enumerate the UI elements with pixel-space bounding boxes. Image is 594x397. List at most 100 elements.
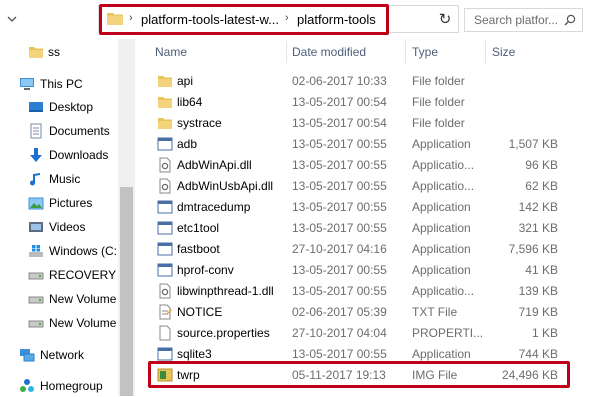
chevron-down-icon[interactable] (6, 13, 18, 25)
nav-item-label: Downloads (49, 148, 109, 162)
file-type: Application (412, 200, 471, 214)
file-row[interactable]: systrace 13-05-2017 00:54 File folder (135, 113, 575, 134)
videos-icon (29, 222, 43, 232)
folder-icon (158, 76, 172, 87)
nav-item-videos[interactable]: Videos (0, 216, 118, 238)
nav-item-ss[interactable]: ss (0, 41, 118, 63)
file-row[interactable]: libwinpthread-1.dll 13-05-2017 00:55 App… (135, 281, 575, 302)
nav-item-label: New Volume (49, 292, 117, 306)
application-icon (157, 200, 173, 214)
file-type: PROPERTI... (412, 326, 482, 340)
nav-item-label: Videos (49, 220, 86, 234)
column-header-size[interactable]: Size (492, 45, 515, 71)
file-type: Application (412, 221, 471, 235)
application-icon (157, 263, 173, 277)
nav-item-desktop[interactable]: Desktop (0, 96, 118, 118)
nav-item-recovery-drive[interactable]: RECOVERY (I (0, 264, 118, 286)
file-name: AdbWinUsbApi.dll (177, 179, 274, 193)
file-date: 13-05-2017 00:55 (292, 179, 387, 193)
file-size: 96 KB (525, 158, 558, 172)
file-date: 13-05-2017 00:55 (292, 200, 387, 214)
nav-item-this-pc[interactable]: This PC (0, 73, 118, 95)
file-size: 139 KB (518, 284, 558, 298)
file-name: libwinpthread-1.dll (177, 284, 274, 298)
file-type: Application (412, 242, 471, 256)
file-row[interactable]: etc1tool 13-05-2017 00:55 Application 32… (135, 218, 575, 239)
file-date: 02-06-2017 10:33 (292, 74, 387, 88)
nav-item-label: Windows (C: (49, 244, 118, 258)
file-row[interactable]: AdbWinApi.dll 13-05-2017 00:55 Applicati… (135, 155, 575, 176)
dll-icon (159, 283, 171, 299)
file-row[interactable]: AdbWinUsbApi.dll 13-05-2017 00:55 Applic… (135, 176, 575, 197)
file-row[interactable]: NOTICE 02-06-2017 05:39 TXT File 719 KB (135, 302, 575, 323)
file-date: 13-05-2017 00:55 (292, 347, 387, 361)
column-header-name[interactable]: Name (155, 45, 187, 71)
file-name: fastboot (177, 242, 220, 256)
application-icon (157, 221, 173, 235)
nav-item-downloads[interactable]: Downloads (0, 144, 118, 166)
file-type: Applicatio... (412, 179, 475, 193)
nav-item-new-volume[interactable]: New Volume (0, 288, 118, 310)
file-row[interactable]: dmtracedump 13-05-2017 00:55 Application… (135, 197, 575, 218)
nav-item-homegroup[interactable]: Homegroup (0, 375, 118, 397)
file-date: 02-06-2017 05:39 (292, 305, 387, 319)
drive-icon (28, 320, 44, 328)
file-name: api (177, 74, 194, 88)
file-type: File folder (412, 116, 465, 130)
file-date: 27-10-2017 04:16 (292, 242, 387, 256)
homegroup-icon (20, 379, 34, 392)
column-header-date[interactable]: Date modified (292, 45, 366, 71)
file-name: lib64 (177, 95, 203, 109)
nav-scrollbar-thumb[interactable] (120, 187, 133, 396)
document-icon (159, 325, 171, 341)
file-row[interactable]: lib64 13-05-2017 00:54 File folder (135, 92, 575, 113)
navigation-pane: ss This PC Desktop Documents Downloads M… (0, 39, 135, 396)
nav-item-pictures[interactable]: Pictures (0, 192, 118, 214)
file-size: 719 KB (518, 305, 558, 319)
nav-item-network[interactable]: Network (0, 344, 118, 366)
nav-item-label: ss (48, 45, 60, 59)
file-size: 1,507 KB (508, 137, 558, 151)
file-row[interactable]: hprof-conv 13-05-2017 00:55 Application … (135, 260, 575, 281)
file-size: 41 KB (525, 263, 558, 277)
file-size: 321 KB (518, 221, 558, 235)
file-type: File folder (412, 95, 465, 109)
nav-item-new-volume[interactable]: New Volume (0, 312, 118, 334)
folder-icon (29, 47, 43, 58)
network-icon (20, 349, 35, 362)
application-icon (157, 242, 173, 256)
nav-item-music[interactable]: Music (0, 168, 118, 190)
search-icon (564, 14, 576, 26)
computer-icon (20, 78, 34, 90)
file-size: 1 KB (531, 326, 558, 340)
nav-item-documents[interactable]: Documents (0, 120, 118, 142)
column-header-type[interactable]: Type (412, 45, 438, 71)
application-icon (157, 137, 173, 151)
file-name: systrace (177, 116, 222, 130)
file-row[interactable]: adb 13-05-2017 00:55 Application 1,507 K… (135, 134, 575, 155)
nav-item-label: RECOVERY (I (49, 268, 118, 282)
desktop-icon (29, 102, 43, 112)
column-divider[interactable] (286, 41, 287, 63)
file-type: Application (412, 347, 471, 361)
file-row[interactable]: api 02-06-2017 10:33 File folder (135, 71, 575, 92)
column-divider[interactable] (405, 41, 406, 63)
refresh-button[interactable]: ↻ (432, 6, 458, 34)
file-type: Application (412, 137, 471, 151)
nav-item-label: Pictures (49, 196, 93, 210)
dll-icon (159, 178, 171, 194)
search-placeholder: Search platfor... (474, 13, 559, 27)
file-row[interactable]: source.properties 27-10-2017 04:04 PROPE… (135, 323, 575, 344)
file-name: etc1tool (177, 221, 220, 235)
file-type: Application (412, 263, 471, 277)
file-row[interactable]: fastboot 27-10-2017 04:16 Application 7,… (135, 239, 575, 260)
nav-scrollbar[interactable] (118, 39, 135, 396)
nav-item-windows-drive[interactable]: Windows (C: (0, 240, 118, 262)
folder-icon (158, 118, 172, 129)
file-date: 27-10-2017 04:04 (292, 326, 387, 340)
windows-drive-icon (29, 245, 43, 257)
file-date: 13-05-2017 00:55 (292, 284, 387, 298)
column-divider[interactable] (485, 41, 486, 63)
search-input[interactable]: Search platfor... (464, 8, 583, 32)
pictures-icon (28, 197, 44, 210)
